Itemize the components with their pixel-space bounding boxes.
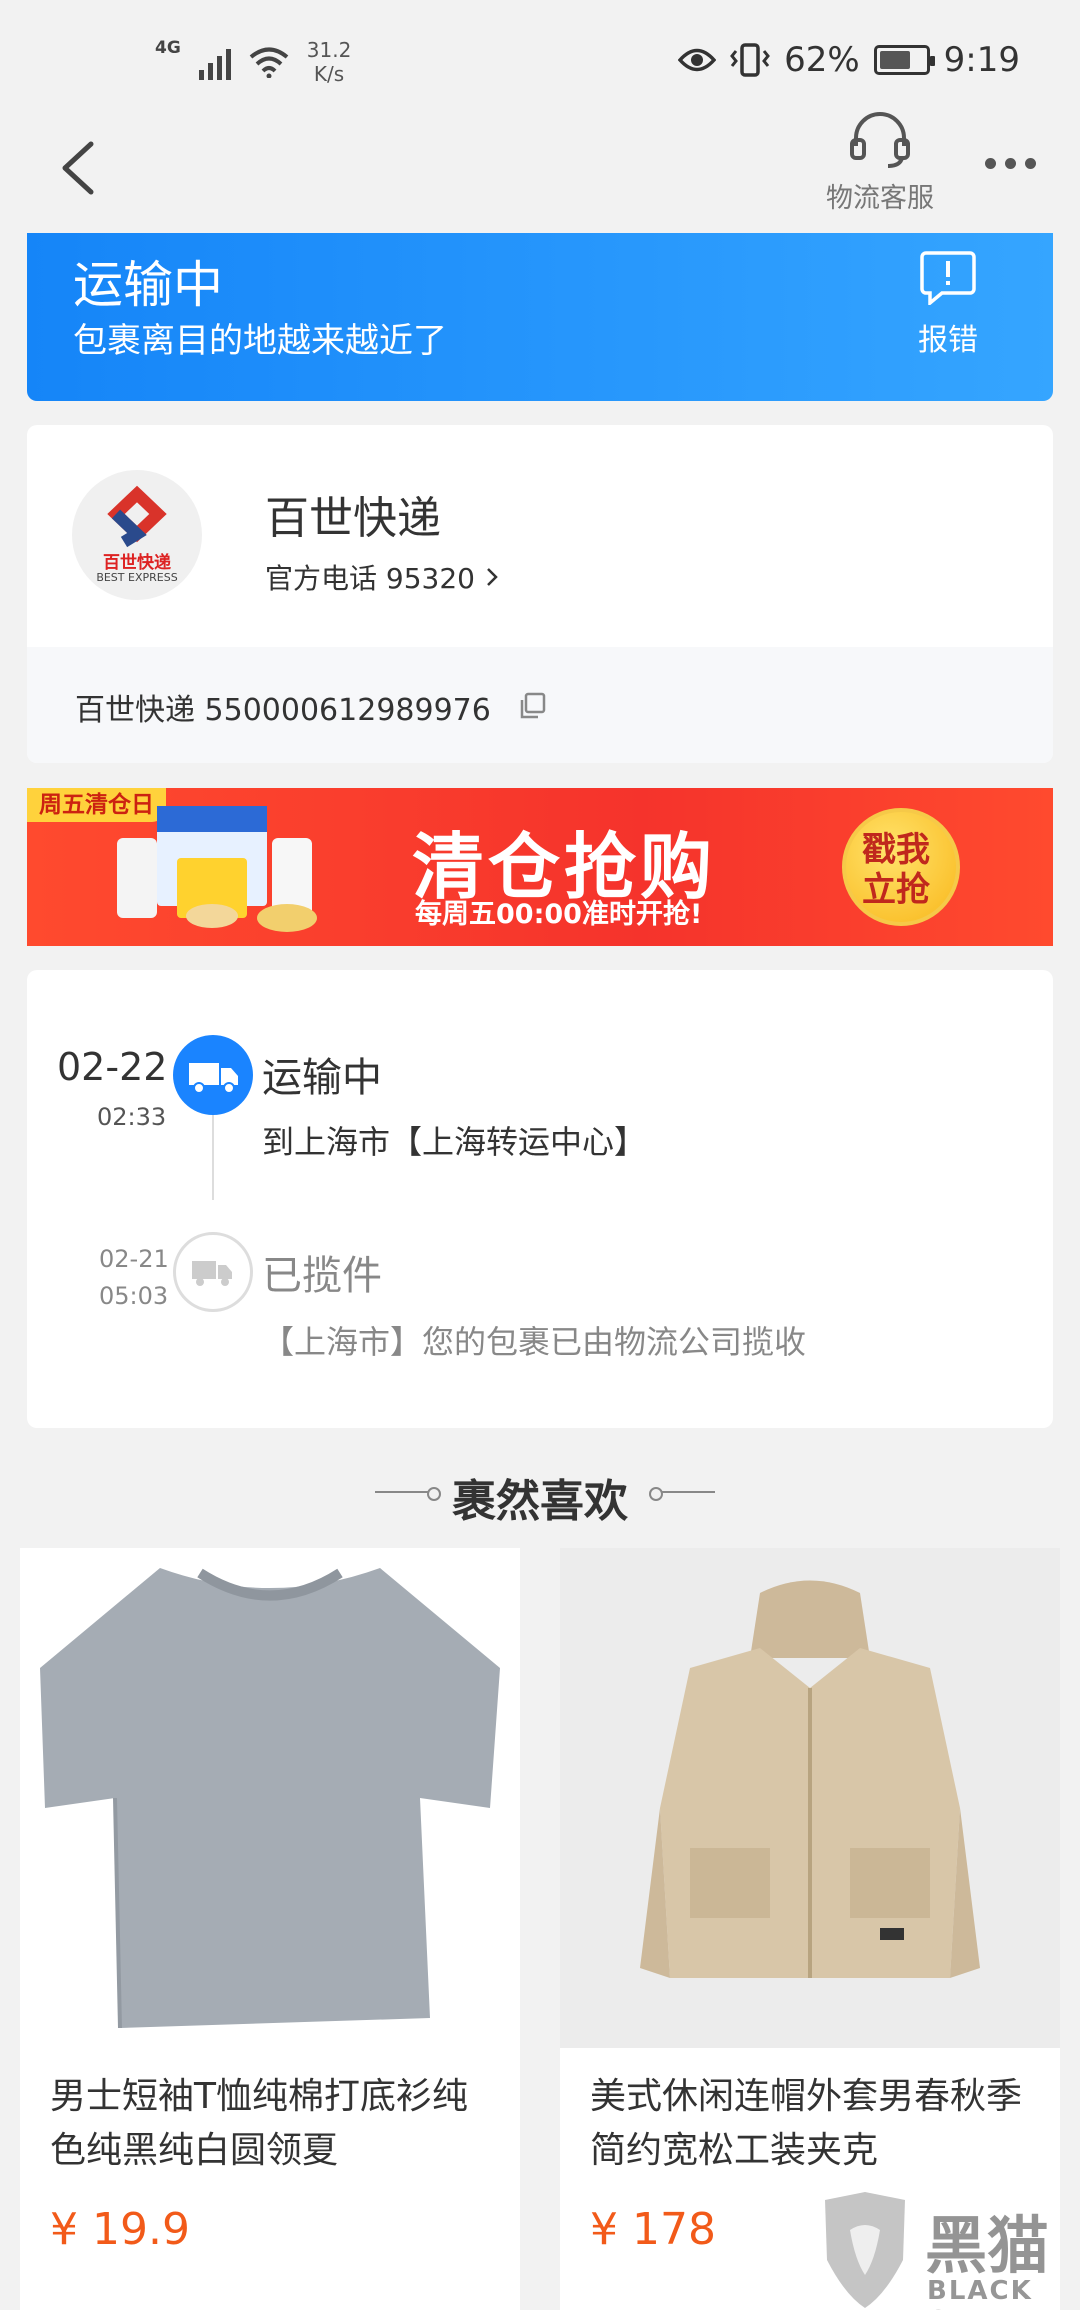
logistics-service-button[interactable]: 物流客服 xyxy=(815,110,945,215)
timeline-status: 已揽件 xyxy=(262,1253,382,1299)
title-decoration-right xyxy=(649,1487,715,1501)
battery-percent: 62% xyxy=(784,40,860,80)
promo-banner[interactable]: 周五清仓日 清仓抢购 每周五00:00准时开抢! 戳我 立抢 xyxy=(27,788,1053,946)
black-cat-shield-icon xyxy=(825,2192,905,2308)
shipment-status-title: 运输中 xyxy=(73,256,223,314)
timeline-time: 05:03 xyxy=(99,1282,169,1310)
jacket-product-image xyxy=(560,1548,1060,2048)
timeline-time: 02:33 xyxy=(97,1103,167,1131)
timeline-connector xyxy=(212,1110,214,1200)
promo-grab-button[interactable]: 戳我 立抢 xyxy=(842,808,960,926)
more-options-icon[interactable] xyxy=(985,158,1036,169)
courier-phone: 官方电话 95320 xyxy=(265,562,475,595)
tracking-timeline: 02-22 02:33 运输中 到上海市【上海转运中心】 02-21 05:03… xyxy=(27,970,1053,1428)
speed-unit: K/s xyxy=(313,62,345,86)
timeline-detail: 【上海市】您的包裹已由物流公司揽收 xyxy=(262,1323,807,1361)
promo-button-line1: 戳我 xyxy=(862,830,930,870)
battery-icon xyxy=(873,45,935,75)
product-price: ¥ 178 xyxy=(590,2204,716,2255)
logo-subtext: BEST EXPRESS xyxy=(96,571,178,584)
wifi-icon xyxy=(249,47,289,78)
clock: 9:19 xyxy=(943,40,1020,80)
service-label: 物流客服 xyxy=(826,183,934,214)
truck-icon xyxy=(189,1063,238,1094)
back-arrow-icon[interactable] xyxy=(55,138,99,198)
logo-text: 百世快递 xyxy=(103,553,171,573)
courier-card: 百世快递 BEST EXPRESS 百世快递 官方电话 95320 百世快递 5… xyxy=(27,425,1053,763)
tshirt-product-image xyxy=(20,1548,520,2048)
report-icon xyxy=(920,251,976,307)
watermark: 黑猫 BLACK CAT xyxy=(805,2190,1080,2310)
report-error-button[interactable]: 报错 xyxy=(913,249,983,359)
recommendations-header: 裹然喜欢 xyxy=(0,1465,1080,1529)
truck-icon xyxy=(192,1261,232,1286)
recommendations-title: 裹然喜欢 xyxy=(452,1476,628,1527)
promo-products-image xyxy=(117,806,317,932)
timeline-dot-inactive xyxy=(173,1232,253,1312)
shipment-status-banner: 运输中 包裹离目的地越来越近了 报错 xyxy=(27,233,1053,401)
timeline-date: 02-22 xyxy=(57,1045,168,1089)
shipment-status-subtitle: 包裹离目的地越来越近了 xyxy=(73,321,447,361)
status-left: 4G 31.2 K/s xyxy=(155,38,351,86)
product-title: 美式休闲连帽外套男春秋季简约宽松工装夹克 xyxy=(590,2076,1023,2171)
product-card[interactable]: 男士短袖T恤纯棉打底衫纯色纯黑纯白圆领夏 ¥ 19.9 xyxy=(20,1548,520,2310)
tracking-row: 百世快递 550000612989976 xyxy=(27,647,1053,763)
nav-bar: 物流客服 xyxy=(0,110,1080,230)
best-express-logo-icon xyxy=(107,485,167,548)
timeline-date: 02-21 xyxy=(99,1245,169,1273)
vibrate-icon xyxy=(730,43,770,77)
product-price: ¥ 19.9 xyxy=(50,2204,190,2255)
copy-icon[interactable] xyxy=(517,691,547,721)
promo-subtitle: 每周五00:00准时开抢! xyxy=(415,899,703,930)
title-decoration-left xyxy=(375,1487,441,1501)
network-type: 4G xyxy=(155,38,181,58)
network-speed: 31.2 K/s xyxy=(307,38,352,86)
watermark-text: 黑猫 xyxy=(925,2209,1050,2282)
courier-logo: 百世快递 BEST EXPRESS xyxy=(72,470,202,600)
report-label: 报错 xyxy=(918,323,978,358)
eye-icon xyxy=(678,48,717,72)
speed-value: 31.2 xyxy=(306,38,352,62)
product-title: 男士短袖T恤纯棉打底衫纯色纯黑纯白圆领夏 xyxy=(50,2076,468,2171)
watermark-subtext: BLACK CAT xyxy=(927,2276,1033,2310)
chevron-right-icon xyxy=(487,568,498,586)
headset-icon xyxy=(850,112,910,168)
timeline-dot-active xyxy=(173,1035,253,1115)
timeline-detail: 到上海市【上海转运中心】 xyxy=(262,1123,647,1161)
status-right: 62% 9:19 xyxy=(678,40,1020,80)
promo-button-line2: 立抢 xyxy=(862,870,930,910)
courier-phone-link[interactable]: 官方电话 95320 xyxy=(265,557,499,597)
tracking-number: 百世快递 550000612989976 xyxy=(75,693,491,728)
timeline-status: 运输中 xyxy=(262,1055,382,1101)
status-bar: 4G 31.2 K/s 62% 9:19 xyxy=(0,0,1080,120)
courier-name: 百世快递 xyxy=(265,493,441,544)
signal-icon xyxy=(198,44,231,80)
